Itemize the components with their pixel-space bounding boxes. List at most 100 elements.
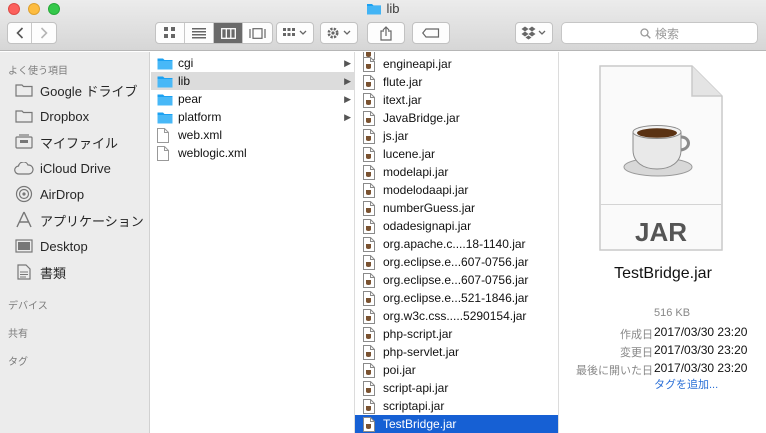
last-opened-value: 2017/03/30 23:20 bbox=[654, 361, 748, 375]
add-tags-link[interactable]: タグを追加... bbox=[654, 376, 718, 392]
view-mode-segment bbox=[155, 22, 273, 44]
disclosure-arrow-icon: ▶ bbox=[344, 75, 351, 86]
folder-icon bbox=[14, 107, 34, 125]
list-item-file[interactable]: script-api.jar bbox=[355, 379, 558, 397]
sidebar-item-applications[interactable]: アプリケーション bbox=[14, 210, 144, 230]
list-item-file[interactable]: engineapi.jar bbox=[355, 55, 558, 73]
folder-icon bbox=[157, 57, 173, 70]
file-name: lucene.jar bbox=[383, 147, 436, 161]
jar-file-icon bbox=[363, 326, 377, 342]
file-name: modelodaapi.jar bbox=[383, 183, 469, 197]
devices-header: デバイス bbox=[8, 301, 48, 312]
list-item-file[interactable]: flute.jar bbox=[355, 73, 558, 91]
jar-file-icon bbox=[363, 110, 377, 126]
jar-file-icon bbox=[363, 290, 377, 306]
jar-file-icon bbox=[363, 128, 377, 144]
list-item-file[interactable]: org.eclipse.e...521-1846.jar bbox=[355, 289, 558, 307]
list-item-file[interactable]: js.jar bbox=[355, 127, 558, 145]
list-item-file[interactable]: org.w3c.css.....5290154.jar bbox=[355, 307, 558, 325]
sidebar-item-desktop[interactable]: Desktop bbox=[14, 236, 88, 256]
arrange-button[interactable] bbox=[276, 22, 314, 44]
list-item-file[interactable]: org.eclipse.e...607-0756.jar bbox=[355, 253, 558, 271]
sidebar-item-my-files[interactable]: マイファイル bbox=[14, 132, 118, 152]
action-button[interactable] bbox=[320, 22, 358, 44]
tag-icon bbox=[422, 28, 440, 38]
search-field[interactable]: 検索 bbox=[561, 22, 758, 44]
list-item-pear[interactable]: pear ▶ bbox=[151, 90, 354, 108]
column-view-button[interactable] bbox=[214, 23, 243, 43]
drive-folder-icon bbox=[14, 81, 34, 99]
file-name: org.apache.c....18-1140.jar bbox=[383, 237, 526, 251]
list-item-file[interactable]: lucene.jar bbox=[355, 145, 558, 163]
parent-column: cgi ▶ lib ▶ pear ▶ platform ▶ web.xml we… bbox=[151, 52, 355, 433]
preview-file-name: TestBridge.jar bbox=[614, 265, 712, 282]
list-item-file[interactable]: php-servlet.jar bbox=[355, 343, 558, 361]
file-name: itext.jar bbox=[383, 93, 422, 107]
all-files-icon bbox=[14, 133, 34, 151]
list-item-lib[interactable]: lib ▶ bbox=[151, 72, 354, 90]
icon-view-button[interactable] bbox=[156, 23, 185, 43]
sidebar-item-google-drive[interactable]: Google ドライブ bbox=[14, 80, 138, 100]
list-item-file[interactable]: org.eclipse.e...607-0756.jar bbox=[355, 271, 558, 289]
list-item-file[interactable]: scriptapi.jar bbox=[355, 397, 558, 415]
list-view-button[interactable] bbox=[185, 23, 214, 43]
sidebar-item-documents[interactable]: 書類 bbox=[14, 262, 66, 282]
jar-file-icon bbox=[363, 236, 377, 252]
back-button[interactable] bbox=[8, 23, 32, 43]
jar-file-icon bbox=[363, 398, 377, 414]
list-item-cgi[interactable]: cgi ▶ bbox=[151, 54, 354, 72]
sidebar-item-airdrop[interactable]: AirDrop bbox=[14, 184, 84, 204]
jar-file-icon bbox=[363, 380, 377, 396]
preview-file-size: 516 KB bbox=[654, 307, 691, 319]
list-item-file[interactable]: php-script.jar bbox=[355, 325, 558, 343]
folder-icon bbox=[157, 75, 173, 88]
list-item-file[interactable]: itext.jar bbox=[355, 91, 558, 109]
file-name: org.w3c.css.....5290154.jar bbox=[383, 309, 527, 323]
shared-header: 共有 bbox=[8, 329, 28, 340]
gear-icon bbox=[327, 27, 351, 39]
folder-icon bbox=[157, 93, 173, 106]
jar-file-icon bbox=[363, 344, 377, 360]
jar-file-icon bbox=[363, 74, 377, 90]
edit-tags-button[interactable] bbox=[412, 22, 450, 44]
jar-file-icon bbox=[363, 254, 377, 270]
list-item-weblogic-xml[interactable]: weblogic.xml bbox=[151, 144, 354, 162]
file-name: php-script.jar bbox=[383, 327, 453, 341]
list-item-file[interactable]: modelodaapi.jar bbox=[355, 181, 558, 199]
grid-icon bbox=[164, 27, 175, 38]
cloud-icon bbox=[14, 159, 34, 177]
file-name: org.eclipse.e...607-0756.jar bbox=[383, 273, 529, 287]
document-icon bbox=[14, 263, 34, 281]
dropbox-button[interactable] bbox=[515, 22, 553, 44]
jar-file-icon bbox=[363, 272, 377, 288]
list-item-file[interactable]: poi.jar bbox=[355, 361, 558, 379]
gallery-icon bbox=[249, 27, 266, 39]
list-item-file[interactable]: JavaBridge.jar bbox=[355, 109, 558, 127]
modified-label: 変更日 bbox=[620, 347, 653, 359]
disclosure-arrow-icon: ▶ bbox=[344, 57, 351, 68]
list-item-file[interactable]: org.apache.c....18-1140.jar bbox=[355, 235, 558, 253]
list-item-platform[interactable]: platform ▶ bbox=[151, 108, 354, 126]
file-name: org.eclipse.e...607-0756.jar bbox=[383, 255, 529, 269]
list-item-file[interactable]: modelapi.jar bbox=[355, 163, 558, 181]
navigation-segment bbox=[7, 22, 57, 44]
share-button[interactable] bbox=[367, 22, 405, 44]
jar-file-icon bbox=[363, 92, 377, 108]
file-name: scriptapi.jar bbox=[383, 399, 445, 413]
sidebar-item-dropbox[interactable]: Dropbox bbox=[14, 106, 89, 126]
tags-header: タグ bbox=[8, 357, 28, 368]
share-icon bbox=[380, 25, 392, 41]
list-item-file[interactable]: numberGuess.jar bbox=[355, 199, 558, 217]
list-item-file[interactable]: odadesignapi.jar bbox=[355, 217, 558, 235]
file-name: odadesignapi.jar bbox=[383, 219, 472, 233]
list-item-file[interactable]: TestBridge.jar bbox=[355, 415, 558, 433]
forward-button[interactable] bbox=[32, 23, 56, 43]
gallery-view-button[interactable] bbox=[243, 23, 272, 43]
sidebar: よく使う項目 Google ドライブ Dropbox マイファイル iCloud… bbox=[0, 52, 150, 433]
file-name: JavaBridge.jar bbox=[383, 111, 460, 125]
file-name: php-servlet.jar bbox=[383, 345, 460, 359]
sidebar-item-icloud-drive[interactable]: iCloud Drive bbox=[14, 158, 111, 178]
window-title: lib bbox=[0, 1, 766, 18]
list-item-web-xml[interactable]: web.xml bbox=[151, 126, 354, 144]
file-name: flute.jar bbox=[383, 75, 423, 89]
